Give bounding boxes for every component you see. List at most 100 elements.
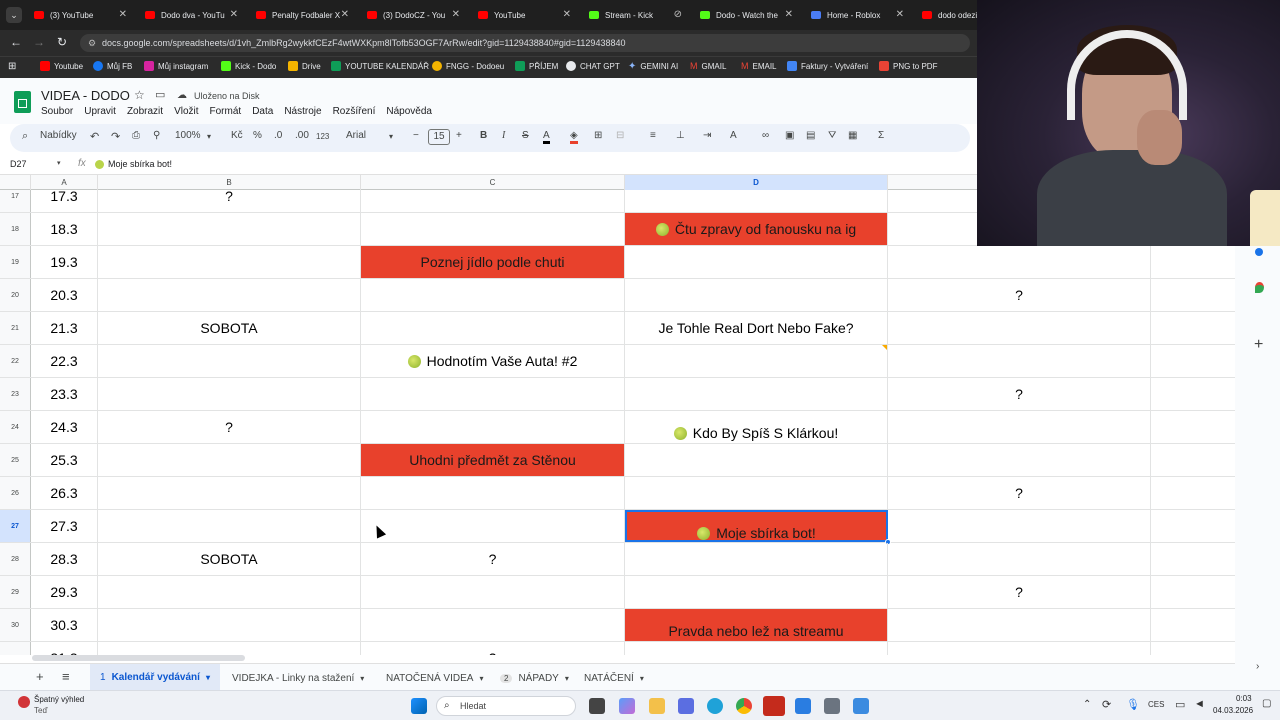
row-number[interactable]: 20 — [0, 279, 31, 311]
cell-e[interactable] — [888, 345, 1151, 377]
cell-c[interactable]: ? — [361, 642, 625, 655]
cell-b[interactable]: ? — [98, 190, 361, 212]
cell-c[interactable]: Poznej jídlo podle chuti — [361, 246, 625, 278]
bookmark[interactable]: FNGG - Dodoeu — [432, 61, 504, 71]
row-number[interactable]: 28 — [0, 543, 31, 575]
font-select[interactable]: Arial — [346, 130, 366, 141]
vertical-align-icon[interactable]: ⊥ — [676, 130, 685, 141]
cell-c[interactable] — [361, 312, 625, 344]
cell-b[interactable] — [98, 246, 361, 278]
chevron-down-icon[interactable]: ▾ — [57, 159, 61, 167]
cell-b[interactable] — [98, 477, 361, 509]
volume-icon[interactable]: ◄ — [1194, 698, 1205, 710]
sheet-tab[interactable]: VIDEJKA - Linky na stažení ▾ — [232, 670, 364, 686]
cell-d[interactable] — [625, 246, 888, 278]
bookmark[interactable]: ✦ GEMINI AI — [628, 61, 678, 72]
row-number[interactable]: 18 — [0, 213, 31, 245]
address-bar[interactable]: ⚙ docs.google.com/spreadsheets/d/1vh_Zml… — [80, 34, 970, 52]
cell-a[interactable]: 30.3 — [31, 609, 98, 641]
cell-c[interactable] — [361, 378, 625, 410]
borders-icon[interactable]: ⊞ — [594, 130, 602, 141]
close-icon[interactable]: ✕ — [563, 9, 571, 20]
cell-e[interactable]: ? — [888, 279, 1151, 311]
cell-a[interactable]: 24.3 — [31, 411, 98, 443]
bookmark[interactable]: Kick - Dodo — [221, 61, 276, 71]
cell-a[interactable]: 19.3 — [31, 246, 98, 278]
sheet-tab[interactable]: NATÁČENÍ ▾ — [584, 670, 644, 686]
close-icon[interactable]: ✕ — [119, 9, 127, 20]
all-sheets-icon[interactable]: ≡ — [62, 668, 70, 684]
cell-d[interactable]: Pravda nebo lež na streamu — [625, 609, 888, 641]
cell-a[interactable]: 18.3 — [31, 213, 98, 245]
close-icon[interactable]: ✕ — [452, 9, 460, 20]
menu-upravit[interactable]: Upravit — [84, 106, 116, 117]
menu-rozsireni[interactable]: Rozšíření — [333, 106, 376, 117]
chevron-up-icon[interactable]: ⌃ — [1083, 699, 1091, 710]
chevron-down-icon[interactable]: ▾ — [640, 674, 644, 683]
fill-color-icon[interactable]: ◈ — [570, 130, 578, 144]
sheet-tab-active[interactable]: 1 Kalendář vydávání ▾ — [90, 664, 220, 691]
cell-a[interactable]: 20.3 — [31, 279, 98, 311]
cell-b[interactable]: SOBOTA — [98, 543, 361, 575]
browser-tab[interactable]: Dodo dva - YouTu ✕ — [137, 4, 242, 26]
bookmark[interactable]: M EMAIL — [741, 61, 777, 71]
formula-input[interactable]: Moje sbírka bot! — [108, 159, 172, 169]
file-explorer-icon[interactable] — [649, 698, 665, 714]
copilot-icon[interactable] — [619, 698, 635, 714]
forward-icon[interactable]: → — [33, 35, 45, 49]
menu-nastroje[interactable]: Nástroje — [284, 106, 321, 117]
italic-button[interactable]: I — [502, 130, 505, 141]
cell-e[interactable] — [888, 543, 1151, 575]
contacts-icon[interactable] — [1255, 248, 1263, 256]
row-number[interactable]: 25 — [0, 444, 31, 476]
cell-e[interactable] — [888, 609, 1151, 641]
bold-button[interactable]: B — [480, 130, 487, 141]
clock-time[interactable]: 0:03 — [1236, 694, 1252, 703]
expand-panel-icon[interactable]: › — [1256, 661, 1259, 672]
cell-a[interactable]: 25.3 — [31, 444, 98, 476]
cell-c[interactable]: Uhodni předmět za Stěnou — [361, 444, 625, 476]
cell-d[interactable] — [625, 190, 888, 212]
browser-tab[interactable]: dodo odeziv — [914, 4, 977, 26]
select-all-corner[interactable] — [0, 175, 31, 190]
app-icon[interactable] — [795, 698, 811, 714]
cell-a[interactable]: 17.3 — [31, 190, 98, 212]
column-header-b[interactable]: B — [98, 175, 361, 190]
star-icon[interactable]: ☆ — [134, 88, 145, 102]
tab-list-button[interactable]: ⌄ — [6, 7, 22, 23]
cell-d[interactable] — [625, 378, 888, 410]
bookmark[interactable]: Faktury - Vytváření — [787, 61, 868, 71]
font-size-decrease-button[interactable]: − — [413, 130, 419, 141]
horizontal-scrollbar[interactable] — [32, 655, 245, 661]
comment-icon[interactable]: ▣ — [785, 130, 794, 141]
bookmark[interactable]: CHAT GPT — [566, 61, 620, 71]
sheets-logo-icon[interactable] — [14, 91, 31, 113]
cell-c[interactable] — [361, 213, 625, 245]
font-size-increase-button[interactable]: + — [456, 130, 462, 141]
print-icon[interactable]: ⎙ — [132, 130, 140, 141]
cell-a[interactable]: 21.3 — [31, 312, 98, 344]
cell-b[interactable] — [98, 510, 361, 542]
notifications-icon[interactable]: ▢ — [1262, 698, 1271, 709]
cell-b[interactable] — [98, 444, 361, 476]
cell-a[interactable]: 27.3 — [31, 510, 98, 542]
close-icon[interactable]: ✕ — [341, 9, 349, 20]
terminal-icon[interactable] — [763, 696, 785, 716]
currency-button[interactable]: Kč — [231, 130, 243, 141]
menu-vlozit[interactable]: Vložit — [174, 106, 198, 117]
row-number[interactable]: 21 — [0, 312, 31, 344]
cell-a[interactable]: 28.3 — [31, 543, 98, 575]
link-icon[interactable]: ∞ — [762, 130, 769, 141]
undo-icon[interactable]: ↶ — [90, 130, 99, 143]
cell-e[interactable] — [888, 411, 1151, 443]
cell-d[interactable] — [625, 477, 888, 509]
cell-c[interactable] — [361, 190, 625, 212]
cell-b[interactable] — [98, 609, 361, 641]
cell-a[interactable]: 31.3 — [31, 642, 98, 655]
font-size-input[interactable]: 15 — [428, 129, 450, 145]
cell-e[interactable]: ? — [888, 378, 1151, 410]
functions-icon[interactable]: Σ — [878, 130, 884, 141]
cell-e[interactable] — [888, 642, 1151, 655]
cell-b[interactable] — [98, 213, 361, 245]
percent-button[interactable]: % — [253, 130, 262, 141]
